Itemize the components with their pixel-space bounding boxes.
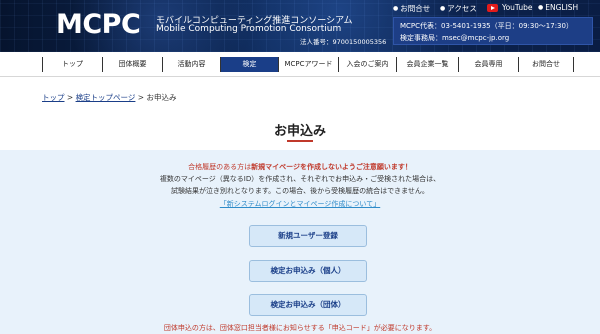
mcpc-logo[interactable]: MCPC xyxy=(56,9,141,40)
notice-line-2: 試験結果が泣き別れとなります。この場合、後から受検履歴の統合はできません。 xyxy=(171,187,429,195)
youtube-icon xyxy=(487,3,498,12)
notice-line-1: 複数のマイページ（異なるID）を作成され、それぞれでお申込み・ご受検された場合は… xyxy=(159,175,441,183)
group-apply-note: 団体申込の方は、団体窓口担当者様にお知らせする「申込コード」が必要になります。 xyxy=(163,324,437,332)
nav-item-member-list[interactable]: 会員企業一覧 xyxy=(396,57,458,72)
breadcrumb-exam-top[interactable]: 検定トップページ xyxy=(76,93,136,102)
contact-box: MCPC代表：03-5401-1935（平日：09:30～17:30） 検定事務… xyxy=(393,17,593,45)
nav-item-membership[interactable]: 入会のご案内 xyxy=(338,57,396,72)
breadcrumb: トップ > 検定トップページ > お申込み xyxy=(42,92,176,103)
nav-item-about[interactable]: 団体概要 xyxy=(102,57,162,72)
notice-warning-prefix: 合格履歴のある方は xyxy=(188,163,252,171)
org-name-en: Mobile Computing Promotion Consortium xyxy=(156,24,342,34)
bullet-icon: ● xyxy=(538,4,544,11)
util-english-label: ENGLISH xyxy=(545,3,579,12)
site-header: MCPC モバイルコンピューティング推進コンソーシアム Mobile Compu… xyxy=(0,0,600,52)
breadcrumb-separator: > xyxy=(135,93,147,102)
nav-item-contact[interactable]: お問合せ xyxy=(518,57,574,72)
nav-item-award[interactable]: MCPCアワード xyxy=(278,57,338,72)
util-youtube-label: YouTube xyxy=(502,3,533,12)
new-system-login-link[interactable]: 「新システムログインとマイページ作成について」 xyxy=(0,199,600,209)
global-nav: トップ 団体概要 活動内容 検定 MCPCアワード 入会のご案内 会員企業一覧 … xyxy=(0,52,600,77)
util-inquiry-link[interactable]: ● お問合せ xyxy=(393,3,430,14)
nav-item-exam[interactable]: 検定 xyxy=(220,57,278,72)
util-youtube-link[interactable]: YouTube xyxy=(487,3,533,12)
title-underline xyxy=(287,140,313,142)
breadcrumb-current: お申込み xyxy=(146,93,177,102)
apply-group-button[interactable]: 検定お申込み（団体） xyxy=(249,294,367,316)
bullet-icon: ● xyxy=(440,5,446,12)
util-access-link[interactable]: ● アクセス xyxy=(440,3,477,14)
page-title: お申込み xyxy=(273,124,326,139)
nav-item-activities[interactable]: 活動内容 xyxy=(162,57,220,72)
util-access-label: アクセス xyxy=(447,4,477,13)
nav-item-members-only[interactable]: 会員専用 xyxy=(458,57,518,72)
breadcrumb-top[interactable]: トップ xyxy=(42,93,65,102)
apply-individual-button[interactable]: 検定お申込み（個人） xyxy=(249,260,367,282)
util-inquiry-label: お問合せ xyxy=(400,4,431,13)
contact-rep: MCPC代表：03-5401-1935（平日：09:30～17:30） xyxy=(400,22,573,30)
breadcrumb-separator: > xyxy=(64,93,76,102)
notice-warning: 合格履歴のある方は新規マイページを作成しないようご注意願います！ xyxy=(0,162,600,172)
new-user-register-button[interactable]: 新規ユーザー登録 xyxy=(249,225,367,247)
contact-exam-email[interactable]: 検定事務局：msec@mcpc-jp.org xyxy=(400,33,509,43)
corporate-number: 法人番号：9700150005356 xyxy=(300,38,387,46)
notice-warning-bold: 新規マイページを作成しないようご注意願います！ xyxy=(251,163,412,171)
bullet-icon: ● xyxy=(393,5,399,12)
util-english-link[interactable]: ● ENGLISH xyxy=(538,3,578,12)
nav-item-top[interactable]: トップ xyxy=(42,57,102,72)
